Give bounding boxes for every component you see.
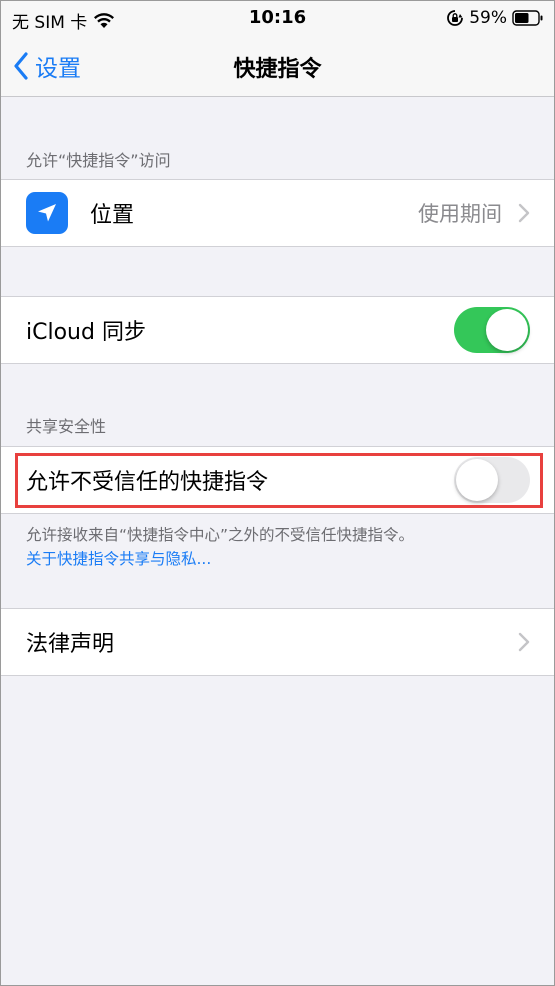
navigation-bar: 设置 快捷指令 [1,35,554,97]
icloud-sync-row: iCloud 同步 [1,297,554,363]
privacy-link[interactable]: 关于快捷指令共享与隐私... [26,547,536,571]
location-app-icon [26,192,68,234]
group-legal: 法律声明 [1,608,554,676]
group-sharing: 允许不受信任的快捷指令 [1,446,554,514]
legal-row[interactable]: 法律声明 [1,609,554,675]
chevron-right-icon [518,632,530,652]
location-arrow-icon [38,204,56,222]
screen: 无 SIM 卡 10:16 59% 设置 快捷指令 允许“快捷指令”访问 位置 … [0,0,555,986]
orientation-lock-icon [447,10,464,26]
icloud-sync-toggle[interactable] [454,307,530,353]
section-header-sharing: 共享安全性 [26,417,107,436]
page-title: 快捷指令 [233,57,322,82]
icloud-sync-label: iCloud 同步 [26,320,146,345]
group-access: 位置 使用期间 [1,179,554,247]
toggle-knob [456,459,498,501]
section-header-access: 允许“快捷指令”访问 [26,151,171,170]
location-value: 使用期间 [418,202,502,226]
untrusted-shortcuts-label: 允许不受信任的快捷指令 [26,470,269,495]
status-bar: 无 SIM 卡 10:16 59% [1,1,554,35]
location-label: 位置 [90,203,135,228]
untrusted-shortcuts-toggle[interactable] [454,457,530,503]
battery-percent: 59% [469,8,507,28]
status-right: 59% [446,8,544,28]
chevron-right-icon [518,203,530,223]
location-row[interactable]: 位置 使用期间 [1,180,554,246]
group-icloud: iCloud 同步 [1,296,554,364]
legal-label: 法律声明 [26,632,115,657]
toggle-knob [486,309,528,351]
untrusted-footer-text: 允许接收来自“快捷指令中心”之外的不受信任快捷指令。 [26,526,415,544]
untrusted-shortcuts-row: 允许不受信任的快捷指令 [1,447,554,513]
battery-icon [512,10,543,26]
sharing-footer: 允许接收来自“快捷指令中心”之外的不受信任快捷指令。 关于快捷指令共享与隐私..… [26,523,536,571]
